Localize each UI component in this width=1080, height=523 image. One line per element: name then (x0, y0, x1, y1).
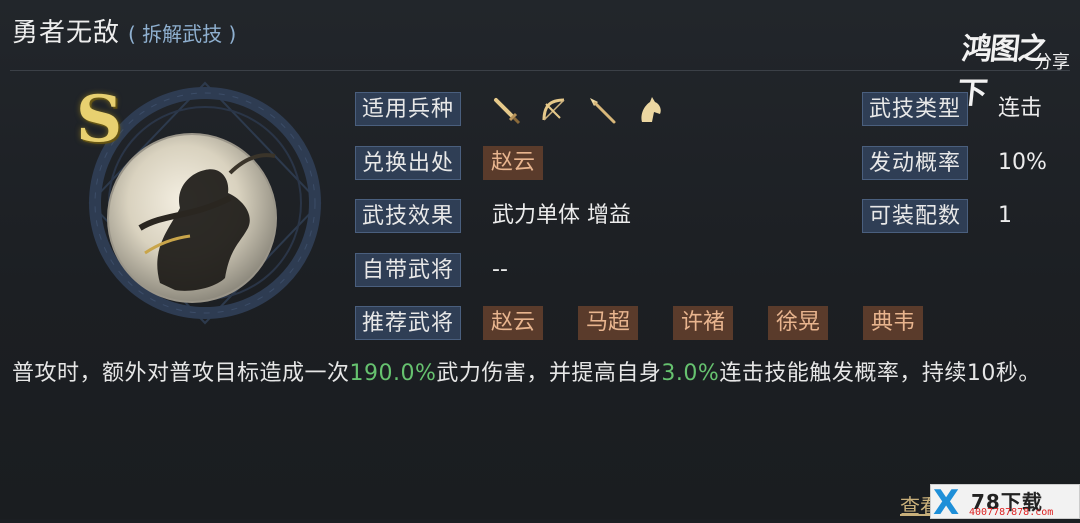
desc-highlight: 3.0% (661, 361, 720, 386)
title-row: 勇者无敌 ( 拆解武技 ) (12, 12, 237, 48)
label-source: 兑换出处 (355, 146, 462, 180)
label-own-hero: 自带武将 (355, 253, 462, 287)
badge-url: 4007787878.com (969, 507, 1054, 518)
label-units: 适用兵种 (355, 92, 462, 126)
desc-text: 普攻时，额外对普攻目标造成一次 (12, 361, 350, 386)
desc-text: 武力伤害，并提高自身 (436, 361, 662, 386)
watermark-sub: 分享 (1034, 52, 1070, 73)
grade-badge: S (76, 82, 123, 157)
spear-icon (590, 98, 616, 124)
recommended-hero-tag[interactable]: 赵云 (483, 306, 544, 340)
effect-value: 武力单体 增益 (492, 203, 631, 228)
recommended-hero-tag[interactable]: 徐晃 (768, 306, 829, 340)
recommended-hero-tag[interactable]: 马超 (578, 306, 639, 340)
skill-type-value: 连击 (998, 96, 1043, 121)
source-hero-tag[interactable]: 赵云 (483, 146, 544, 180)
equip-count-value: 1 (998, 203, 1012, 228)
label-skill-type: 武技类型 (862, 92, 969, 126)
label-effect: 武技效果 (355, 199, 462, 233)
skill-description: 普攻时，额外对普攻目标造成一次190.0%武力伤害，并提高自身3.0%连击技能触… (12, 356, 1067, 392)
label-chance: 发动概率 (862, 146, 969, 180)
site-badge: X 78下载 4007787878.com (930, 483, 1080, 523)
label-equip-count: 可装配数 (862, 199, 969, 233)
divider (10, 70, 1070, 71)
recommended-hero-tag[interactable]: 典韦 (863, 306, 924, 340)
sword-icon (494, 98, 521, 125)
watermark-logo: 鸿图之下 分享 (955, 14, 1070, 111)
desc-text: 连击技能触发概率，持续10秒。 (719, 361, 1041, 386)
own-hero-value: -- (492, 257, 508, 282)
desc-highlight: 190.0% (349, 361, 437, 386)
chance-value: 10% (998, 150, 1047, 175)
bow-icon (542, 98, 565, 121)
skill-title: 勇者无敌 (12, 18, 121, 48)
horse-icon (641, 97, 661, 122)
x-logo-icon: X (933, 483, 960, 523)
skill-subtitle: ( 拆解武技 ) (128, 22, 237, 46)
label-recommended: 推荐武将 (355, 306, 462, 340)
recommended-hero-tag[interactable]: 许褚 (673, 306, 734, 340)
